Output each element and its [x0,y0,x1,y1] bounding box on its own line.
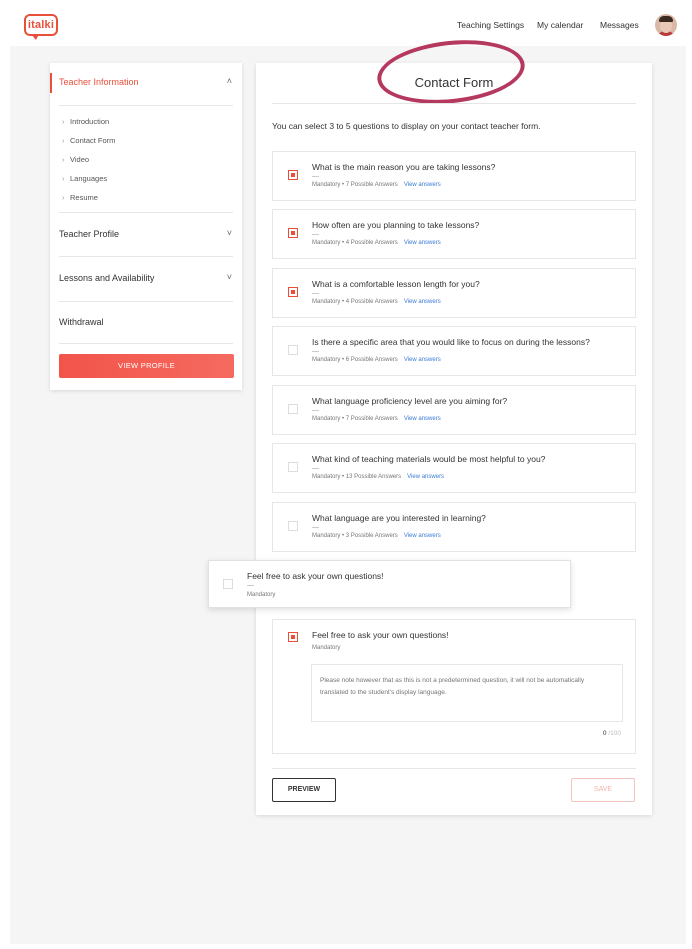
sidebar-item-resume[interactable]: › Resume [62,193,98,202]
question-meta: Mandatory [247,592,276,598]
question-meta: Mandatory • 3 Possible Answers View answe… [312,533,441,539]
custom-question-checkbox[interactable] [288,632,298,642]
question-meta: Mandatory • 4 Possible Answers View answe… [312,299,441,305]
question-meta: Mandatory • 7 Possible Answers View answe… [312,182,441,188]
question-checkbox[interactable] [288,521,298,531]
question-card: What language proficiency level are you … [272,385,636,435]
question-meta: Mandatory • 4 Possible Answers View answe… [312,240,441,246]
question-text: Feel free to ask your own questions! [312,630,449,640]
question-checkbox[interactable] [288,228,298,238]
sidebar-section-lessons-availability[interactable]: Lessons and Availability ˅ [50,259,242,299]
sidebar-item-video[interactable]: › Video [62,155,89,164]
divider [59,301,233,302]
question-dash: — [312,231,319,238]
nav-messages[interactable]: Messages [600,20,639,30]
chevron-down-icon: ˅ [226,272,232,282]
active-indicator [50,73,52,93]
character-counter: 0 /100 [602,730,621,737]
divider [59,343,233,344]
question-checkbox[interactable] [288,170,298,180]
view-answers-link[interactable]: View answers [404,299,441,305]
italki-logo[interactable]: italki [24,14,58,40]
view-answers-link[interactable]: View answers [404,240,441,246]
question-dash: — [312,524,319,531]
question-card: Is there a specific area that you would … [272,326,636,376]
chevron-down-icon: ˅ [226,228,232,238]
question-meta: Mandatory • 13 Possible Answers View answ… [312,474,445,480]
view-answers-link[interactable]: View answers [404,182,441,188]
instructions-text: You can select 3 to 5 questions to displ… [272,121,541,131]
custom-question-card: Feel free to ask your own questions! Man… [272,619,636,754]
save-button[interactable]: SAVE [571,778,635,802]
divider [59,256,233,257]
view-answers-link[interactable]: View answers [404,357,441,363]
question-meta: Mandatory • 7 Possible Answers View answe… [312,416,441,422]
sidebar-item-contact-form[interactable]: › Contact Form [62,136,115,145]
divider [59,212,233,213]
question-text: Is there a specific area that you would … [312,337,590,347]
custom-question-input[interactable] [311,664,623,722]
sidebar-section-label: Lessons and Availability [59,273,155,283]
question-text: What kind of teaching materials would be… [312,454,546,464]
view-answers-link[interactable]: View answers [404,416,441,422]
preview-button[interactable]: PREVIEW [272,778,336,802]
question-checkbox[interactable] [288,287,298,297]
question-dash: — [312,407,319,414]
question-card: What kind of teaching materials would be… [272,443,636,493]
question-dash: — [247,582,254,589]
divider [272,103,636,104]
nav-my-calendar[interactable]: My calendar [537,20,583,30]
sidebar-section-label: Teacher Information [59,77,139,87]
question-dash: — [312,173,319,180]
sidebar-section-teacher-profile[interactable]: Teacher Profile ˅ [50,215,242,255]
divider [59,105,233,106]
sidebar-item-introduction[interactable]: › Introduction [62,117,109,126]
question-checkbox[interactable] [223,579,233,589]
question-text: What is the main reason you are taking l… [312,162,496,172]
sidebar-item-languages[interactable]: › Languages [62,174,107,183]
question-text: What is a comfortable lesson length for … [312,279,480,289]
user-avatar-icon[interactable] [655,14,677,36]
settings-sidebar: Teacher Information ˄ › Introduction › Con… [50,63,242,390]
question-checkbox[interactable] [288,404,298,414]
question-card: What is a comfortable lesson length for … [272,268,636,318]
question-text: Feel free to ask your own questions! [247,571,384,581]
sidebar-section-withdrawal[interactable]: Withdrawal [50,303,242,343]
sidebar-section-label: Withdrawal [59,317,104,327]
contact-form-card: Contact Form You can select 3 to 5 quest… [256,33,652,815]
top-navbar: italki Teaching Settings My calendar Mes… [10,6,686,46]
view-answers-link[interactable]: View answers [404,533,441,539]
question-dash: — [312,348,319,355]
question-card: What language are you interested in lear… [272,502,636,552]
question-dash: — [312,465,319,472]
question-card: What is the main reason you are taking l… [272,151,636,201]
divider [272,768,636,769]
chevron-up-icon: ˄ [226,76,232,86]
view-profile-button[interactable]: VIEW PROFILE [59,354,234,378]
nav-teaching-settings[interactable]: Teaching Settings [457,20,524,30]
question-dash: — [312,290,319,297]
question-checkbox[interactable] [288,462,298,472]
question-card: How often are you planning to take lesso… [272,209,636,259]
sidebar-section-label: Teacher Profile [59,229,120,239]
question-meta: Mandatory [312,645,341,651]
question-text: How often are you planning to take lesso… [312,220,480,230]
dragging-question-card[interactable]: Feel free to ask your own questions! — M… [208,560,571,608]
question-text: What language proficiency level are you … [312,396,508,406]
question-text: What language are you interested in lear… [312,513,486,523]
sidebar-section-teacher-information[interactable]: Teacher Information ˄ [50,63,242,103]
view-answers-link[interactable]: View answers [407,474,444,480]
question-meta: Mandatory • 6 Possible Answers View answe… [312,357,441,363]
question-checkbox[interactable] [288,345,298,355]
